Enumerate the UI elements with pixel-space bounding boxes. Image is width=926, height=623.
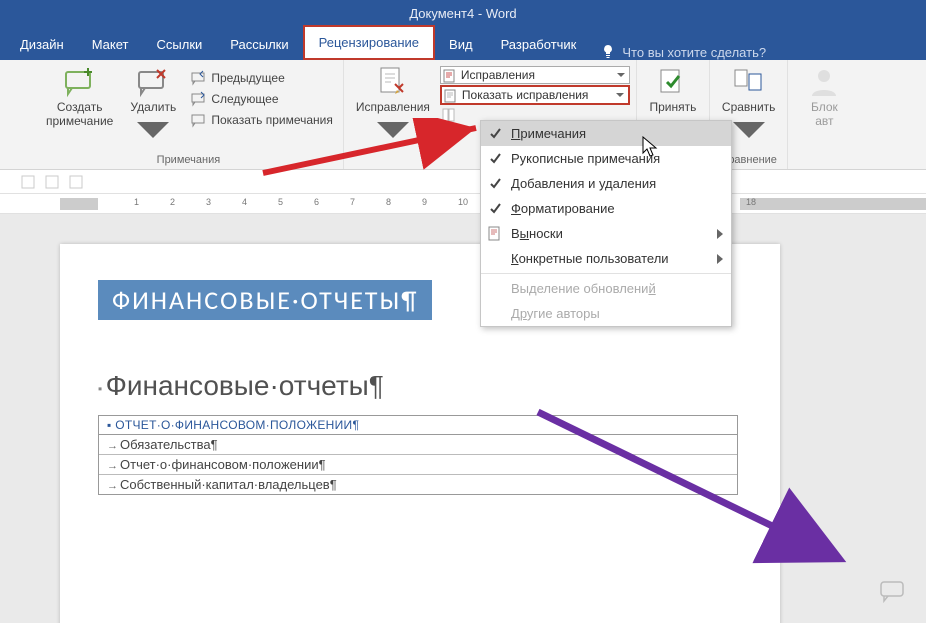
ruler-mark: 9 (422, 197, 427, 207)
dropdown-item-label: Выноски (511, 226, 563, 241)
tab-review[interactable]: Рецензирование (303, 25, 435, 60)
markup-display-value: Исправления (461, 68, 535, 82)
block-authors-label: Блок авт (811, 100, 838, 129)
doc-banner: ФИНАНСОВЫЕ·ОТЧЕТЫ¶ (98, 280, 432, 320)
dropdown-item-label: Конкретные пользователи (511, 251, 669, 266)
check-icon (489, 177, 503, 191)
chevron-down-icon (616, 91, 624, 99)
show-markup-select[interactable]: Показать исправления (440, 85, 630, 105)
new-comment-label: Создать примечание (46, 100, 113, 129)
chevron-right-icon (717, 254, 723, 264)
dropdown-item[interactable]: Добавления и удаления (481, 171, 731, 196)
dropdown-item[interactable]: Конкретные пользователи (481, 246, 731, 271)
lightbulb-icon (600, 44, 616, 60)
titlebar: Документ4 - Word (0, 0, 926, 26)
track-icon (377, 66, 409, 98)
dropdown-item-label: Добавления и удаления (511, 176, 656, 191)
tell-me[interactable]: Что вы хотите сделать? (590, 44, 776, 60)
tab-layout[interactable]: Макет (78, 29, 143, 60)
prev-comment-button[interactable]: Предыдущее (187, 68, 337, 88)
tool-icon[interactable] (44, 174, 60, 190)
cursor-icon (642, 136, 660, 158)
dropdown-item[interactable]: Рукописные примечания (481, 146, 731, 171)
compare-label: Сравнить (722, 100, 775, 114)
dropdown-item: Другие авторы (481, 301, 731, 326)
ruler-mark: 7 (350, 197, 355, 207)
ruler-mark: 8 (386, 197, 391, 207)
dropdown-item[interactable]: Примечания (481, 121, 731, 146)
tab-developer[interactable]: Разработчик (487, 29, 591, 60)
next-comment-label: Следующее (211, 92, 278, 106)
tab-references[interactable]: Ссылки (143, 29, 217, 60)
ruler[interactable]: 123456789101112131415161718 (0, 194, 926, 214)
compare-icon (733, 66, 765, 98)
ruler-mark: 3 (206, 197, 211, 207)
tab-design[interactable]: Дизайн (6, 29, 78, 60)
chevron-down-icon (137, 114, 169, 146)
tell-me-text: Что вы хотите сделать? (622, 45, 766, 60)
check-icon (489, 152, 503, 166)
ruler-mark: 10 (458, 197, 468, 207)
group-protect: Блок авт (788, 60, 860, 169)
doc-heading: ▪ Финансовые·отчеты¶ (98, 370, 780, 403)
dropdown-item-label: Рукописные примечания (511, 151, 660, 166)
comment-next-icon (191, 91, 207, 107)
tab-view[interactable]: Вид (435, 29, 487, 60)
group-comments-label: Примечания (157, 152, 221, 167)
dropdown-item[interactable]: Выноски (481, 221, 731, 246)
markup-display-select[interactable]: Исправления (440, 66, 630, 84)
ruler-mark: 1 (134, 197, 139, 207)
chevron-down-icon (617, 71, 625, 79)
dropdown-item-label: Другие авторы (511, 306, 600, 321)
show-markup-value: Показать исправления (462, 88, 589, 102)
new-comment-button[interactable]: Создать примечание (40, 64, 119, 131)
annotation-red-arrow (258, 118, 488, 178)
dropdown-item[interactable]: Форматирование (481, 196, 731, 221)
tool-icon[interactable] (20, 174, 36, 190)
comment-show-icon (191, 112, 207, 128)
tab-mailings[interactable]: Рассылки (216, 29, 302, 60)
prev-comment-label: Предыдущее (211, 71, 284, 85)
accept-label: Принять (649, 100, 696, 114)
dropdown-item-label: Форматирование (511, 201, 615, 216)
delete-comment-label: Удалить (130, 100, 176, 114)
chevron-down-icon (733, 114, 765, 146)
comment-prev-icon (191, 70, 207, 86)
ruler-mark: 2 (170, 197, 175, 207)
next-comment-button[interactable]: Следующее (187, 89, 337, 109)
comment-balloon-icon[interactable] (880, 581, 906, 603)
annotation-purple-arrow (530, 404, 860, 574)
ruler-mark: 5 (278, 197, 283, 207)
doc-title: Документ4 - Word (409, 6, 516, 21)
dropdown-item: Выделение обновлений (481, 276, 731, 301)
ribbon-tabs: Дизайн Макет Ссылки Рассылки Рецензирова… (0, 26, 926, 60)
comment-delete-icon (137, 66, 169, 98)
block-authors-button[interactable]: Блок авт (794, 64, 854, 131)
check-icon (489, 127, 503, 141)
dropdown-item-label: Выделение обновлений (511, 281, 656, 296)
check-icon (489, 202, 503, 216)
dropdown-item-label: Примечания (511, 126, 586, 141)
show-markup-dropdown: Примечания Рукописные примечания Добавлени… (480, 120, 732, 327)
delete-comment-button[interactable]: Удалить (123, 64, 183, 150)
ruler-mark: 18 (746, 197, 756, 207)
comment-add-icon (64, 66, 96, 98)
doc-lines-icon (443, 69, 457, 83)
reviewing-pane-select[interactable] (440, 106, 630, 108)
accept-icon (657, 66, 689, 98)
page-icon (487, 226, 503, 242)
chevron-right-icon (717, 229, 723, 239)
track-changes-label: Исправления (356, 100, 430, 114)
document-area[interactable]: ФИНАНСОВЫЕ·ОТЧЕТЫ¶ ▪ Финансовые·отчеты¶ … (0, 214, 926, 623)
doc-icon (444, 89, 458, 103)
ruler-mark: 6 (314, 197, 319, 207)
ruler-mark: 4 (242, 197, 247, 207)
tool-icon[interactable] (68, 174, 84, 190)
person-icon (808, 66, 840, 98)
